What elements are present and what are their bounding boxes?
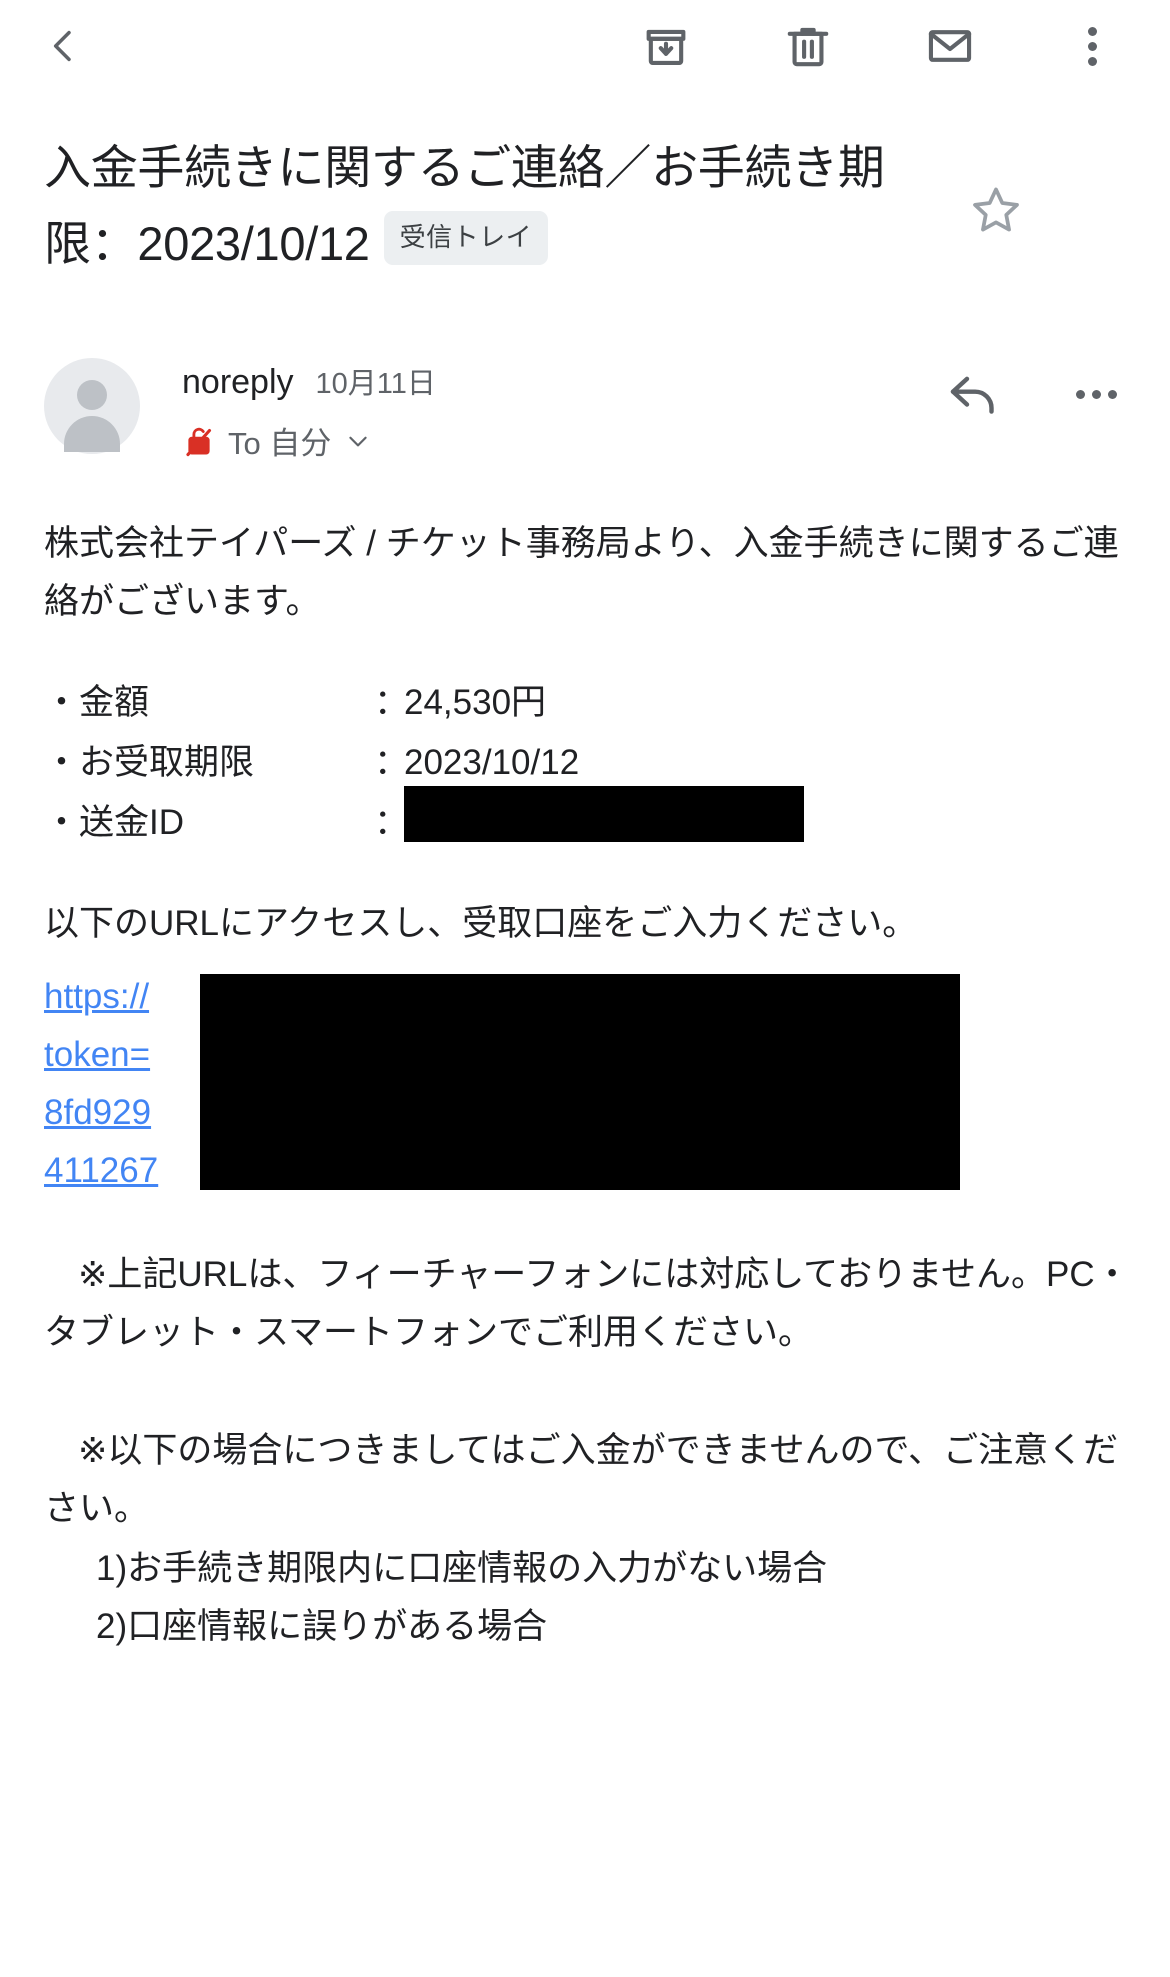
redaction-block (404, 786, 804, 843)
url-link-line[interactable]: 8fd929 (44, 1084, 151, 1142)
detail-key: ・金額 (44, 683, 150, 723)
detail-key: ・お受取期限 (44, 743, 255, 783)
list-item: 1)お手続き期限内に口座情報の入力がない場合 (96, 1549, 828, 1589)
message-actions (946, 354, 1136, 422)
detail-value-redacted (404, 786, 1130, 860)
toolbar-actions (638, 18, 1142, 74)
url-link-line[interactable]: 411267 (44, 1142, 158, 1200)
chevron-down-icon[interactable] (345, 428, 371, 454)
detail-key: ・送金ID (44, 803, 185, 843)
back-icon[interactable] (34, 16, 94, 76)
avatar-head (77, 380, 107, 411)
detail-separator: ： (374, 803, 410, 843)
avatar-body (64, 416, 120, 453)
subject-section: 入金手続きに関するご連絡／お手続き期限：2023/10/12 受信トレイ (0, 92, 1170, 282)
list-item: ・金額 ： 24,530円 (44, 673, 1130, 733)
sender-date: 10月11日 (315, 368, 436, 401)
reply-icon[interactable] (946, 366, 1002, 422)
avatar[interactable] (44, 358, 140, 455)
detail-list: ・金額 ： 24,530円 ・お受取期限 ： 2023/10/12 ・送金ID … (44, 673, 1130, 853)
message-body: 株式会社テイパーズ / チケット事務局より、入金手続きに関するご連絡がございます… (0, 463, 1170, 1656)
trash-icon[interactable] (780, 18, 836, 74)
more-options-icon[interactable] (1064, 18, 1120, 74)
detail-separator: ： (374, 743, 410, 783)
url-link-block: https:// token= 8fd929 411267 (44, 968, 1130, 1200)
recipient-label: To 自分 (228, 426, 332, 462)
url-link-line[interactable]: https:// (44, 968, 149, 1026)
note-feature-phone: ※上記URLは、フィーチャーフォンには対応しておりません。PC・タブレット・スマ… (44, 1254, 1130, 1352)
email-detail-screen: 入金手続きに関するご連絡／お手続き期限：2023/10/12 受信トレイ nore… (0, 0, 1170, 1977)
list-item: ・お受取期限 ： 2023/10/12 (44, 733, 1130, 793)
sender-meta: noreply 10月11日 To 自分 (140, 354, 946, 463)
list-item: 2)口座情報に誤りがある場合 (96, 1607, 548, 1647)
note-conditions-intro: ※以下の場合につきましてはご入金ができませんので、ご注意ください。 (44, 1431, 1119, 1529)
top-toolbar (0, 0, 1170, 92)
sender-section: noreply 10月11日 To 自分 (0, 282, 1170, 463)
url-intro-paragraph: 以下のURLにアクセスし、受取口座をご入力ください。 (44, 904, 918, 944)
message-more-options-icon[interactable] (1068, 366, 1124, 422)
conditions-list: 1)お手続き期限内に口座情報の入力がない場合 2)口座情報に誤りがある場合 (44, 1540, 1130, 1656)
list-item: ・送金ID ： (44, 786, 1130, 853)
sender-line-primary: noreply 10月11日 (182, 360, 946, 402)
intro-paragraph: 株式会社テイパーズ / チケット事務局より、入金手続きに関するご連絡がございます… (44, 524, 1119, 622)
inbox-label-chip[interactable]: 受信トレイ (383, 211, 549, 266)
detail-value: 2023/10/12 (404, 743, 580, 783)
url-link-line[interactable]: token= (44, 1026, 150, 1084)
no-encryption-icon (182, 424, 216, 458)
detail-separator: ： (374, 683, 410, 723)
detail-value: 24,530円 (404, 683, 547, 723)
sender-name[interactable]: noreply (182, 363, 294, 402)
star-icon[interactable] (964, 178, 1028, 242)
archive-icon[interactable] (638, 18, 694, 74)
recipient-row[interactable]: To 自分 (182, 418, 946, 463)
mail-unread-icon[interactable] (922, 18, 978, 74)
page-title: 入金手続きに関するご連絡／お手続き期限：2023/10/12 受信トレイ (44, 130, 964, 282)
redaction-block (200, 973, 960, 1190)
